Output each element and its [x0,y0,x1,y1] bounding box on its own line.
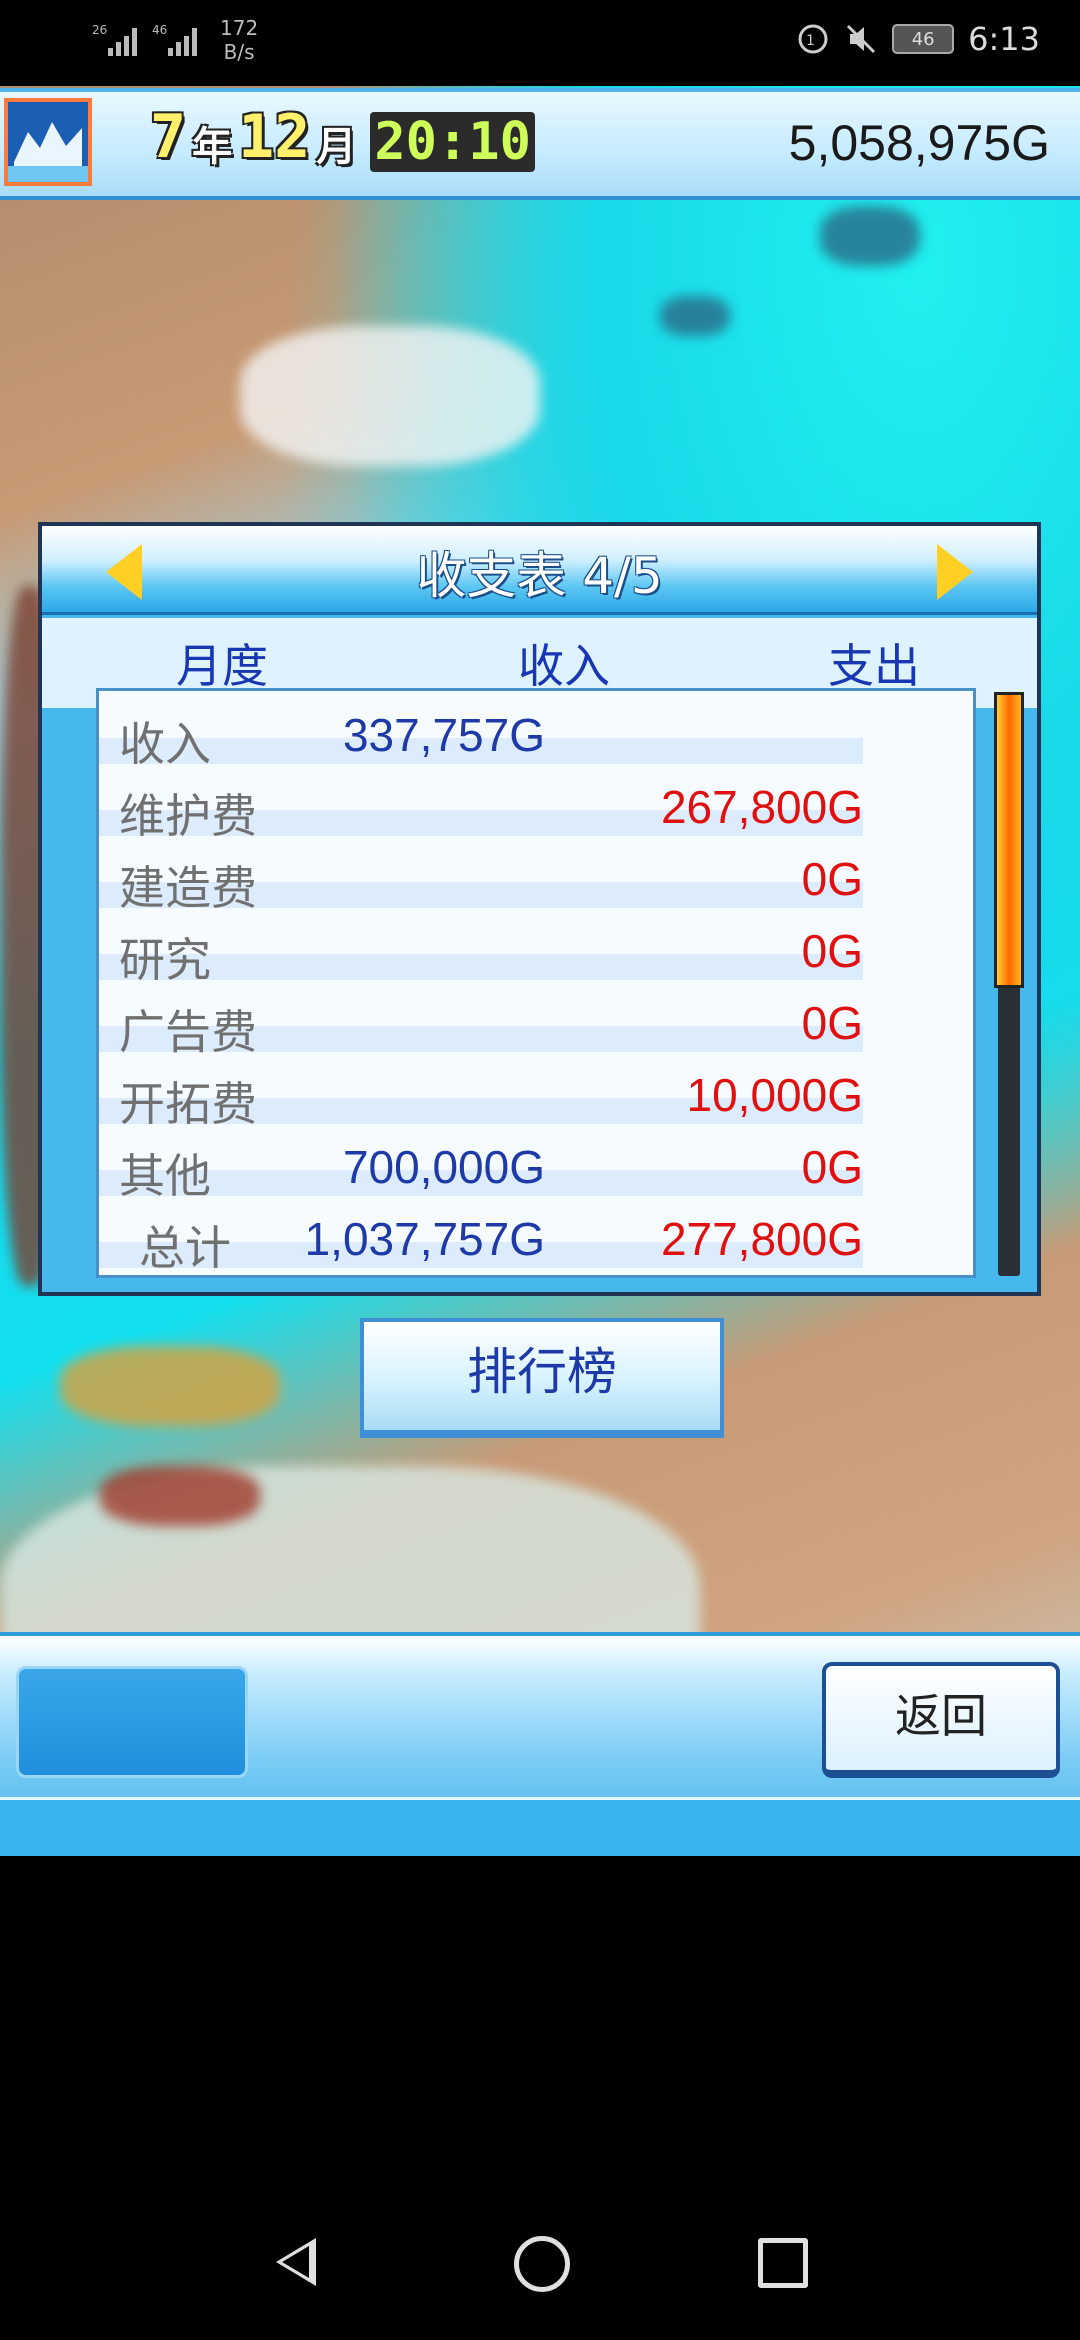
ranking-button[interactable]: 排行榜 [360,1318,724,1438]
mute-icon [847,24,876,54]
income-expense-dialog: 收支表 4/5 月度 收入 支出 收入 337,757G 维护费 267,800… [38,522,1041,1296]
ledger-row: 广告费 0G [99,992,863,1059]
row-income: 337,757G [342,709,545,761]
column-expense: 支出 [828,639,920,693]
row-income: 700,000G [342,1141,545,1193]
nav-recents-icon[interactable] [758,2238,808,2288]
signal-1-label: 26 [92,23,107,37]
row-expense: 0G [801,925,863,977]
ledger-row: 研究 0G [99,920,863,987]
row-income: 1,037,757G [304,1213,545,1265]
row-label: 其他 [119,1149,211,1203]
column-income: 收入 [518,639,610,693]
svg-text:1: 1 [806,33,815,49]
ledger-row: 建造费 0G [99,848,863,915]
signal-icon: 26 [92,23,137,56]
battery-icon: 46 [892,24,955,54]
row-label: 建造费 [119,861,257,915]
status-right: 1 46 6:13 [796,20,1040,58]
game-date: 7 年 12 月 20:10 [150,102,535,172]
map-building [240,326,540,466]
bottom-strip [0,1797,1080,1856]
ledger-row: 开拓费 10,000G [99,1064,863,1131]
network-speed-unit: B/s [223,40,255,64]
company-logo-icon[interactable] [4,98,92,186]
row-expense: 0G [801,1141,863,1193]
month-unit: 月 [316,124,357,170]
back-button[interactable]: 返回 [822,1662,1060,1778]
nav-back-icon-inner [282,2246,309,2278]
map-character [820,206,920,266]
row-label: 广告费 [119,1005,257,1059]
top-bar: 7 年 12 月 20:10 5,058,975G [0,88,1080,200]
row-expense: 267,800G [660,781,863,833]
column-month: 月度 [176,639,268,693]
row-expense: 0G [801,853,863,905]
row-label: 收入 [119,717,211,771]
signal-icon-2: 46 [152,23,197,56]
blank-button[interactable] [16,1666,248,1778]
map-character [660,296,730,336]
map-object [100,1466,260,1526]
year-unit: 年 [192,124,233,170]
map-object [60,1346,280,1426]
row-label: 维护费 [119,789,257,843]
bottom-bar: 返回 [0,1632,1080,1856]
row-label: 研究 [119,933,211,987]
next-page-arrow-icon[interactable] [937,544,973,600]
money-display: 5,058,975G [788,115,1050,171]
dialog-title: 收支表 4/5 [416,547,663,605]
ledger-row: 收入 337,757G [99,704,863,771]
ledger-row: 维护费 267,800G [99,776,863,843]
row-expense: 277,800G [660,1213,863,1265]
row-expense: 10,000G [686,1069,863,1121]
signal-2-label: 46 [152,23,167,37]
clock: 6:13 [968,20,1040,58]
row-expense: 0G [801,997,863,1049]
dialog-header: 收支表 4/5 [42,526,1037,615]
network-speed-value: 172 [220,16,259,40]
month-value: 12 [238,102,311,172]
year-value: 7 [150,102,187,172]
data-saver-icon: 1 [798,24,828,54]
row-label: 总计 [139,1221,231,1275]
navigation-bar [0,2196,1080,2340]
game-clock: 20:10 [370,112,535,172]
ledger-row-total: 总计 1,037,757G 277,800G [99,1208,863,1275]
network-speed: 172 B/s [220,16,258,64]
scrollbar-thumb[interactable] [994,692,1024,988]
nav-home-icon[interactable] [514,2236,570,2292]
status-bar: 26 46 172 B/s 1 46 6:13 [0,0,1080,86]
battery-level: 46 [911,28,935,50]
row-label: 开拓费 [119,1077,257,1131]
ledger-row: 其他 700,000G 0G [99,1136,863,1203]
